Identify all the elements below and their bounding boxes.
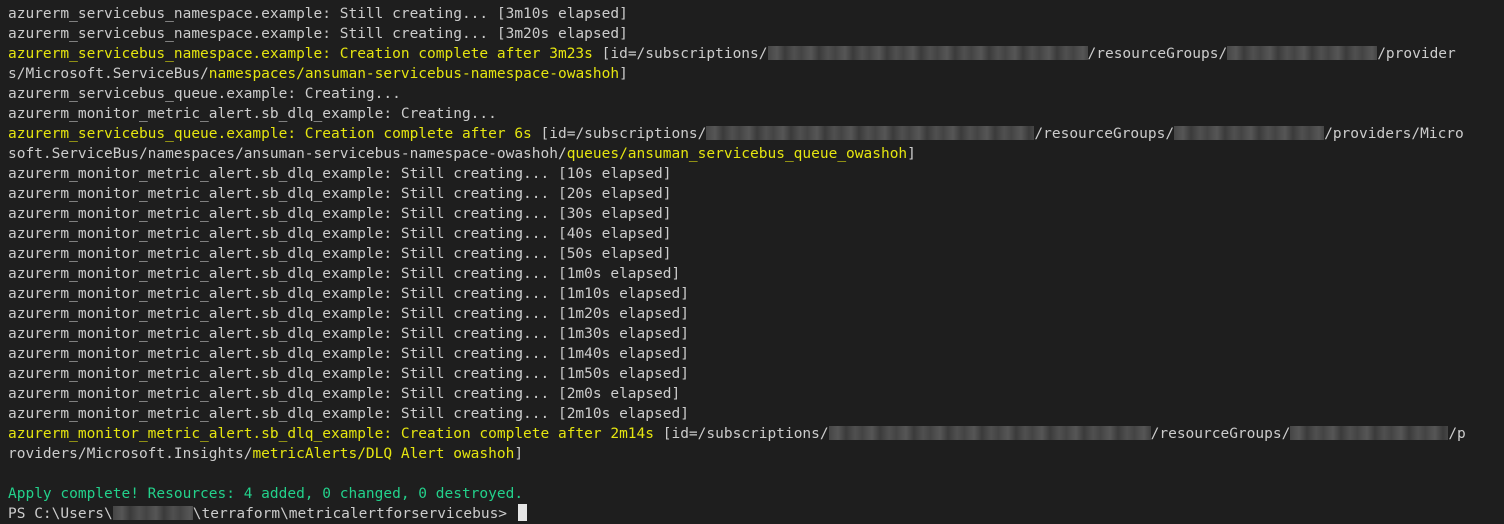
terminal-line: Apply complete! Resources: 4 added, 0 ch… (8, 484, 523, 504)
terminal-text: azurerm_monitor_metric_alert.sb_dlq_exam… (8, 246, 672, 262)
terminal-text: ] (619, 66, 628, 82)
terminal-text: metricAlerts/DLQ Alert owashoh (252, 446, 515, 462)
terminal-text: [id=/subscriptions/ (531, 126, 707, 142)
terminal-text: azurerm_servicebus_namespace.example: St… (8, 26, 628, 42)
terminal-line: azurerm_monitor_metric_alert.sb_dlq_exam… (8, 364, 689, 384)
terminal-text: azurerm_monitor_metric_alert.sb_dlq_exam… (8, 226, 672, 242)
redacted-block (1290, 426, 1449, 440)
terminal-text: azurerm_monitor_metric_alert.sb_dlq_exam… (8, 166, 672, 182)
terminal-text: azurerm_servicebus_queue.example: Creati… (8, 126, 532, 142)
terminal-text: azurerm_monitor_metric_alert.sb_dlq_exam… (8, 386, 681, 402)
terminal-text: ] (514, 446, 524, 462)
terminal-text: azurerm_monitor_metric_alert.sb_dlq_exam… (8, 186, 672, 202)
terminal-line: azurerm_monitor_metric_alert.sb_dlq_exam… (8, 264, 680, 284)
terminal-text: azurerm_monitor_metric_alert.sb_dlq_exam… (8, 106, 497, 122)
terminal-text: azurerm_monitor_metric_alert.sb_dlq_exam… (8, 366, 689, 382)
terminal-text: soft.ServiceBus/namespaces/ansuman-servi… (8, 146, 567, 162)
redacted-block (112, 506, 193, 520)
terminal-line: azurerm_monitor_metric_alert.sb_dlq_exam… (8, 324, 689, 344)
terminal-line: azurerm_servicebus_namespace.example: Cr… (8, 44, 1456, 64)
terminal-line: soft.ServiceBus/namespaces/ansuman-servi… (8, 144, 916, 164)
terminal-text: queues/ansuman_servicebus_queue_owashoh (566, 146, 908, 162)
redacted-block (767, 46, 1088, 60)
terminal-text: /provider (1377, 46, 1456, 62)
terminal-line: azurerm_monitor_metric_alert.sb_dlq_exam… (8, 164, 671, 184)
terminal-line: azurerm_monitor_metric_alert.sb_dlq_exam… (8, 384, 680, 404)
terminal-text: s/Microsoft.ServiceBus/ (8, 66, 209, 82)
terminal-text: azurerm_monitor_metric_alert.sb_dlq_exam… (8, 346, 689, 362)
terminal-text: azurerm_monitor_metric_alert.sb_dlq_exam… (8, 266, 681, 282)
terminal-text: azurerm_monitor_metric_alert.sb_dlq_exam… (8, 206, 672, 222)
terminal-text: azurerm_servicebus_namespace.example: St… (8, 6, 628, 22)
terminal-text: azurerm_monitor_metric_alert.sb_dlq_exam… (8, 326, 689, 342)
terminal-line: azurerm_monitor_metric_alert.sb_dlq_exam… (8, 244, 671, 264)
terminal-line: azurerm_servicebus_namespace.example: St… (8, 4, 628, 24)
terminal-text: namespaces/ansuman-servicebus-namespace-… (208, 66, 620, 82)
terminal-text: azurerm_servicebus_namespace.example: Cr… (8, 46, 593, 62)
terminal-line: azurerm_monitor_metric_alert.sb_dlq_exam… (8, 224, 671, 244)
terminal-line: azurerm_servicebus_namespace.example: St… (8, 24, 628, 44)
terminal-line: azurerm_monitor_metric_alert.sb_dlq_exam… (8, 284, 689, 304)
terminal-output[interactable]: azurerm_servicebus_namespace.example: St… (0, 0, 1504, 524)
redacted-block (1174, 126, 1325, 140)
terminal-text: /providers/Micro (1324, 126, 1464, 142)
redacted-block (1227, 46, 1378, 60)
terminal-text: azurerm_monitor_metric_alert.sb_dlq_exam… (8, 306, 689, 322)
terminal-text: /resourceGroups/ (1034, 126, 1175, 142)
terminal-text: azurerm_monitor_metric_alert.sb_dlq_exam… (8, 286, 689, 302)
terminal-line: s/Microsoft.ServiceBus/namespaces/ansuma… (8, 64, 628, 84)
terminal-text: ] (907, 146, 916, 162)
terminal-line: azurerm_monitor_metric_alert.sb_dlq_exam… (8, 184, 671, 204)
terminal-line: azurerm_servicebus_queue.example: Creati… (8, 124, 1464, 144)
terminal-text: /resourceGroups/ (1150, 426, 1291, 442)
terminal-line: azurerm_monitor_metric_alert.sb_dlq_exam… (8, 344, 689, 364)
redacted-block (706, 126, 1035, 140)
terminal-cursor (517, 504, 527, 521)
redacted-block (828, 426, 1151, 440)
terminal-text: azurerm_monitor_metric_alert.sb_dlq_exam… (8, 426, 655, 442)
terminal-line: azurerm_monitor_metric_alert.sb_dlq_exam… (8, 104, 497, 124)
terminal-text: \terraform\metricalertforservicebus> (192, 506, 516, 522)
terminal-text: Apply complete! Resources: 4 added, 0 ch… (8, 486, 524, 502)
terminal-line: azurerm_monitor_metric_alert.sb_dlq_exam… (8, 304, 689, 324)
terminal-line: azurerm_monitor_metric_alert.sb_dlq_exam… (8, 404, 689, 424)
terminal-text: /resourceGroups/ (1087, 46, 1228, 62)
terminal-text: PS C:\Users\ (8, 506, 113, 522)
terminal-line: azurerm_servicebus_queue.example: Creati… (8, 84, 401, 104)
terminal-text: [id=/subscriptions/ (654, 426, 829, 442)
terminal-line: azurerm_monitor_metric_alert.sb_dlq_exam… (8, 204, 671, 224)
terminal-line: roviders/Microsoft.Insights/metricAlerts… (8, 444, 523, 464)
terminal-line: PS C:\Users\ \terraform\metricalertforser… (8, 504, 527, 524)
terminal-line: azurerm_monitor_metric_alert.sb_dlq_exam… (8, 424, 1466, 444)
terminal-text: roviders/Microsoft.Insights/ (8, 446, 253, 462)
terminal-text: azurerm_monitor_metric_alert.sb_dlq_exam… (8, 406, 689, 422)
terminal-text: [id=/subscriptions/ (592, 46, 768, 62)
terminal-text: azurerm_servicebus_queue.example: Creati… (8, 86, 401, 102)
terminal-text: /p (1448, 426, 1466, 442)
